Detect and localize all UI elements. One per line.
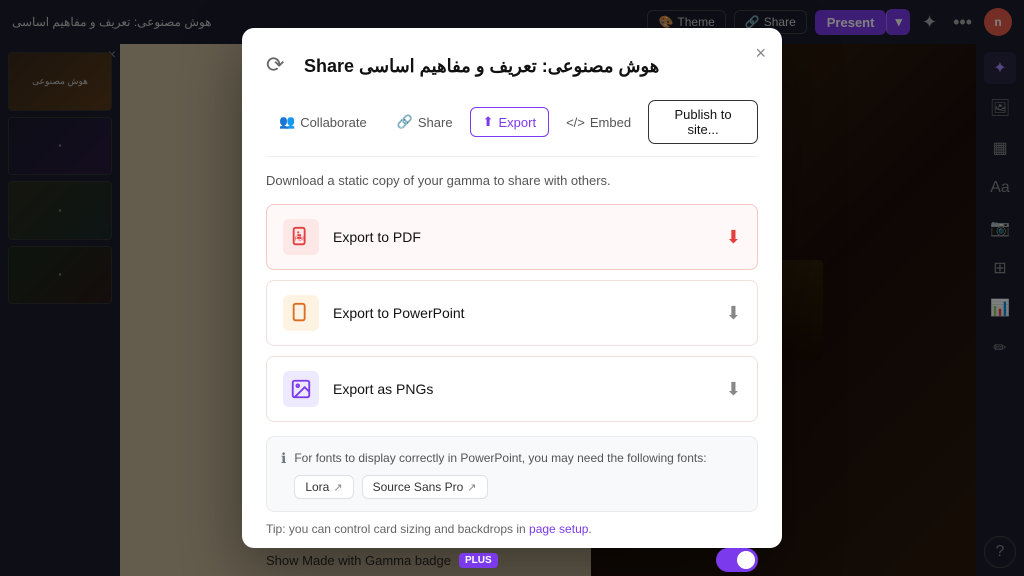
font-tags: Lora ↗ Source Sans Pro ↗ <box>294 475 706 499</box>
modal-header: ⟳ هوش مصنوعی: تعریف و مفاهیم اساسی Share <box>266 52 758 80</box>
svg-text:PDF: PDF <box>295 237 307 243</box>
tab-export[interactable]: ⬆ Export <box>470 107 549 137</box>
modal-tabs: 👥 Collaborate 🔗 Share ⬆ Export </> Embed… <box>266 100 758 157</box>
export-png-label: Export as PNGs <box>333 381 712 397</box>
info-icon: ℹ <box>281 450 286 467</box>
toggle-knob <box>737 551 755 569</box>
tab-share[interactable]: 🔗 Share <box>384 107 466 137</box>
source-sans-external-icon: ↗ <box>467 481 476 494</box>
badge-row: Show Made with Gamma badge PLUS <box>266 548 758 572</box>
tip-text: Tip: you can control card sizing and bac… <box>266 522 758 536</box>
font-source-sans-button[interactable]: Source Sans Pro ↗ <box>362 475 488 499</box>
export-pdf-option[interactable]: PDF Export to PDF ⬇ <box>266 204 758 270</box>
modal-close-button[interactable]: × <box>755 44 766 62</box>
export-pdf-label: Export to PDF <box>333 229 712 245</box>
plus-badge: PLUS <box>459 553 498 568</box>
png-download-icon: ⬇ <box>726 379 741 400</box>
modal-title: هوش مصنوعی: تعریف و مفاهیم اساسی Share <box>304 56 659 77</box>
modal-overlay: ⟳ هوش مصنوعی: تعریف و مفاهیم اساسی Share… <box>0 0 1024 576</box>
fonts-notice: ℹ For fonts to display correctly in Powe… <box>266 436 758 512</box>
share-tab-icon: 🔗 <box>397 114 413 130</box>
gamma-logo-icon: ⟳ <box>266 52 294 80</box>
ppt-icon <box>283 295 319 331</box>
font-lora-button[interactable]: Lora ↗ <box>294 475 353 499</box>
export-ppt-option[interactable]: Export to PowerPoint ⬇ <box>266 280 758 346</box>
modal-description: Download a static copy of your gamma to … <box>266 173 758 188</box>
pdf-icon: PDF <box>283 219 319 255</box>
embed-icon: </> <box>566 115 585 130</box>
publish-to-site-button[interactable]: Publish to site... <box>648 100 758 144</box>
share-modal: ⟳ هوش مصنوعی: تعریف و مفاهیم اساسی Share… <box>242 28 782 548</box>
pdf-download-icon: ⬇ <box>726 227 741 248</box>
export-png-option[interactable]: Export as PNGs ⬇ <box>266 356 758 422</box>
lora-external-icon: ↗ <box>333 481 342 494</box>
png-icon <box>283 371 319 407</box>
tab-embed[interactable]: </> Embed <box>553 108 644 137</box>
ppt-download-icon: ⬇ <box>726 303 741 324</box>
page-setup-link[interactable]: page setup <box>529 522 588 536</box>
collaborate-icon: 👥 <box>279 114 295 130</box>
export-ppt-label: Export to PowerPoint <box>333 305 712 321</box>
export-icon: ⬆ <box>483 114 494 130</box>
badge-toggle[interactable] <box>716 548 758 572</box>
tab-collaborate[interactable]: 👥 Collaborate <box>266 107 380 137</box>
fonts-notice-text: For fonts to display correctly in PowerP… <box>294 451 706 465</box>
badge-label: Show Made with Gamma badge PLUS <box>266 553 498 568</box>
